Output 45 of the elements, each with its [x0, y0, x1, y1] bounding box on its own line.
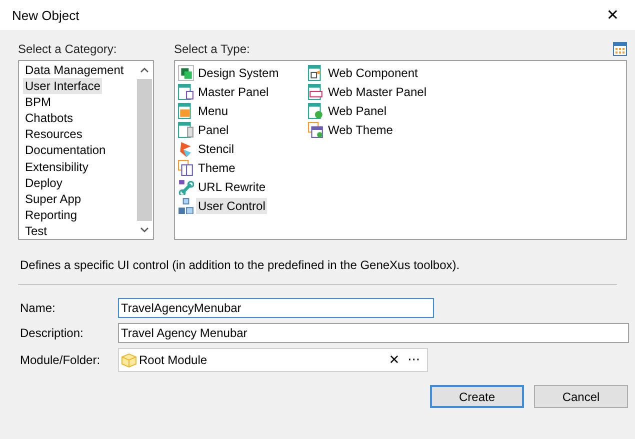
link-icon — [178, 178, 194, 194]
category-item[interactable]: BPM — [23, 94, 54, 110]
module-field[interactable]: Root Module ✕ ··· — [118, 348, 428, 372]
category-item[interactable]: Chatbots — [23, 110, 76, 126]
description-field[interactable]: Travel Agency Menubar — [118, 323, 629, 343]
category-item[interactable]: Documentation — [23, 142, 108, 159]
box-icon — [121, 352, 137, 368]
type-description: Defines a specific UI control (in addition to the predefined in the GeneXus toolbox). — [19, 257, 461, 274]
category-item[interactable]: Test — [23, 222, 50, 240]
type-item[interactable]: URL Rewrite — [196, 178, 268, 194]
type-item[interactable]: Panel — [196, 122, 231, 138]
type-item[interactable]: Web Panel — [326, 102, 388, 118]
category-label: Select a Category: — [18, 42, 117, 56]
scroll-down-icon[interactable] — [140, 227, 149, 233]
category-item[interactable]: Data Management — [23, 62, 126, 78]
category-item[interactable]: Super App — [23, 190, 84, 207]
scrollbar-thumb[interactable] — [137, 79, 152, 221]
calendar-icon[interactable] — [613, 42, 627, 56]
type-item[interactable]: Stencil — [196, 140, 236, 156]
type-item[interactable]: Design System — [196, 64, 281, 80]
window-title: New Object — [12, 8, 80, 22]
type-item[interactable]: Theme — [196, 160, 238, 176]
category-item[interactable]: User Interface — [23, 78, 102, 94]
module-value: Root Module — [139, 353, 208, 367]
close-button[interactable]: ✕ — [602, 6, 623, 24]
category-item[interactable]: Extensibility — [23, 158, 90, 175]
type-item[interactable]: Web Component — [326, 64, 420, 80]
category-item[interactable]: Deploy — [23, 174, 64, 191]
category-item[interactable]: Reporting — [23, 206, 80, 223]
type-item[interactable]: Web Theme — [326, 122, 395, 138]
description-label: Description: — [20, 326, 84, 340]
clear-button[interactable]: ✕ — [386, 352, 403, 368]
name-field[interactable]: TravelAgencyMenubar — [118, 298, 434, 318]
create-button[interactable]: Create — [430, 385, 524, 408]
category-item[interactable]: Resources — [23, 126, 84, 142]
scroll-up-icon[interactable] — [140, 67, 149, 73]
cancel-button[interactable]: Cancel — [534, 385, 628, 408]
type-item[interactable]: Web Master Panel — [326, 84, 428, 100]
browse-button[interactable]: ··· — [404, 352, 423, 368]
module-label: Module/Folder: — [20, 353, 102, 367]
type-item[interactable]: Master Panel — [196, 84, 271, 100]
type-item[interactable]: Menu — [196, 102, 230, 118]
type-item[interactable]: User Control — [196, 198, 268, 214]
type-label: Select a Type: — [174, 42, 250, 56]
name-label: Name: — [20, 301, 56, 315]
